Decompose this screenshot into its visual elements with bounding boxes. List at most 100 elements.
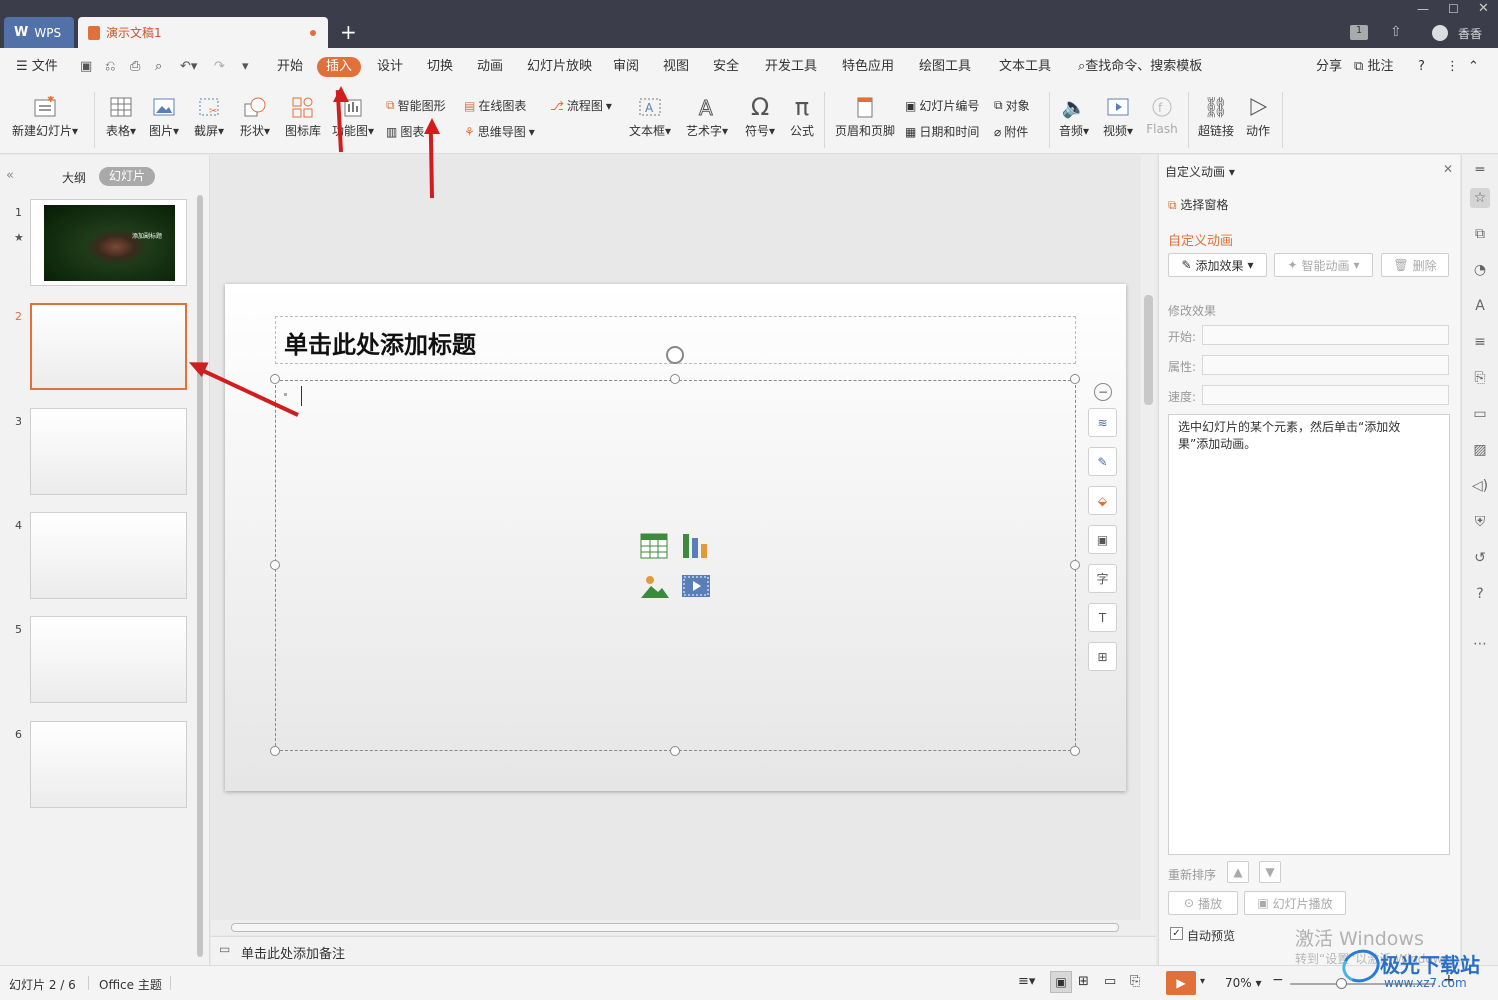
horizontal-scrollbar[interactable] — [211, 920, 1141, 935]
print-icon[interactable]: ⎙ — [130, 48, 140, 86]
resize-handle[interactable] — [1070, 746, 1080, 756]
smart-animation-button[interactable]: ✦ 智能动画 ▾ — [1274, 253, 1373, 277]
move-down-button[interactable]: ▼ — [1259, 861, 1281, 883]
rotate-handle-icon[interactable] — [666, 346, 684, 364]
file-menu[interactable]: ☰ 文件 — [16, 48, 58, 86]
mindmap-button[interactable]: ⚘ 思维导图 ▾ — [464, 123, 535, 140]
close-window-icon[interactable]: ✕ — [1478, 1, 1489, 16]
text-style-icon[interactable]: A — [1470, 296, 1490, 316]
menu-design[interactable]: 设计 — [377, 48, 403, 86]
collapse-right-toolbar-icon[interactable]: ═ — [1470, 160, 1490, 180]
action-button[interactable]: 动作 — [1242, 92, 1274, 139]
maximize-icon[interactable]: ☐ — [1448, 2, 1459, 16]
vertical-scroll-thumb[interactable] — [1144, 295, 1153, 405]
online-chart-button[interactable]: ▤ 在线图表 — [464, 97, 526, 114]
zoom-out-circle-icon[interactable]: − — [1094, 383, 1112, 401]
brush-icon[interactable]: ✎ — [1088, 447, 1117, 476]
menu-security[interactable]: 安全 — [713, 48, 739, 86]
skin-icon[interactable]: ⇧ — [1390, 24, 1402, 40]
zoom-level[interactable]: 70% ▾ — [1225, 976, 1262, 990]
redo-icon[interactable]: ↷ — [214, 48, 225, 86]
delete-button[interactable]: 🗑 删除 — [1381, 253, 1449, 277]
animation-list[interactable]: 选中幻灯片的某个元素，然后单击“添加效果”添加动画。 — [1168, 414, 1450, 855]
notes-bar[interactable]: ▭ 单击此处添加备注 — [211, 936, 1156, 965]
auto-preview-checkbox[interactable]: ✓ — [1170, 927, 1183, 940]
wordart-button[interactable]: A 艺术字▾ — [684, 92, 730, 139]
print-preview-icon[interactable]: ⌕ — [155, 48, 162, 86]
header-footer-button[interactable]: 页眉和页脚 — [832, 92, 898, 139]
theme-name[interactable]: Office 主题 — [99, 976, 162, 993]
shape-button[interactable]: 形状▾ — [237, 92, 273, 139]
play-button[interactable]: ⊙ 播放 — [1168, 891, 1238, 915]
slide-thumbnail-4[interactable] — [30, 512, 187, 599]
formula-button[interactable]: π 公式 — [786, 92, 818, 139]
text-format-icon[interactable]: 字 — [1088, 564, 1117, 593]
picture-button[interactable]: 图片▾ — [146, 92, 182, 139]
resize-handle[interactable] — [670, 374, 680, 384]
layers-icon[interactable]: ≋ — [1088, 408, 1117, 437]
datetime-button[interactable]: ▦ 日期和时间 — [905, 123, 979, 140]
smart-shape-button[interactable]: ⧉ 智能图形 — [386, 97, 446, 114]
textbox-button[interactable]: A 文本框▾ — [627, 92, 673, 139]
wps-home-tab[interactable]: W WPS — [4, 17, 74, 48]
menu-transition[interactable]: 切换 — [427, 48, 453, 86]
new-tab-button[interactable]: + — [340, 20, 357, 44]
video-button[interactable]: 视频▾ — [1100, 92, 1136, 139]
audio-button[interactable]: 🔈 音频▾ — [1056, 92, 1092, 139]
menu-start[interactable]: 开始 — [277, 48, 303, 86]
audio-tool-icon[interactable]: ◁) — [1470, 476, 1490, 496]
object-button[interactable]: ⧉ 对象 — [994, 97, 1030, 114]
chart-button[interactable]: ▥ 图表 — [386, 123, 424, 140]
move-up-button[interactable]: ▲ — [1227, 861, 1249, 883]
panel-header-dropdown[interactable]: 自定义动画 ▾ — [1165, 163, 1235, 180]
menu-review[interactable]: 审阅 — [613, 48, 639, 86]
new-slide-button[interactable]: ✱ 新建幻灯片▾ — [10, 92, 80, 139]
resize-handle[interactable] — [1070, 560, 1080, 570]
slide-number-button[interactable]: ▣ 幻灯片编号 — [905, 97, 979, 114]
normal-view-icon[interactable]: ▣ — [1050, 971, 1072, 993]
slideshow-play-button[interactable]: ▶ — [1166, 971, 1196, 995]
minimize-icon[interactable]: — — [1417, 2, 1429, 16]
slide-thumbnail-1[interactable]: 添加副标题 — [30, 199, 187, 286]
horizontal-scroll-thumb[interactable] — [231, 923, 1119, 932]
insert-chart-icon[interactable] — [681, 532, 711, 563]
slide-thumbnail-2[interactable] — [30, 303, 187, 390]
share-button[interactable]: 分享 — [1316, 48, 1342, 86]
notes-view-icon[interactable]: ⎘ — [1130, 974, 1140, 989]
menu-view[interactable]: 视图 — [663, 48, 689, 86]
flash-button[interactable]: f Flash — [1144, 92, 1180, 136]
format-painter-icon[interactable]: ⎌ — [105, 48, 115, 86]
sorter-view-icon[interactable]: ⊞ — [1078, 974, 1089, 989]
close-panel-icon[interactable]: ✕ — [1443, 162, 1453, 176]
table-button[interactable]: 表格▾ — [103, 92, 139, 139]
slide-thumbnail-5[interactable] — [30, 616, 187, 703]
menu-insert[interactable]: 插入 — [317, 57, 361, 77]
resize-handle[interactable] — [1070, 374, 1080, 384]
shield-icon[interactable]: ⛨ — [1470, 512, 1490, 532]
window-count-badge[interactable]: 1 — [1350, 25, 1368, 40]
content-placeholder[interactable] — [275, 380, 1076, 751]
insert-video-icon[interactable] — [681, 572, 711, 603]
vertical-scrollbar[interactable] — [1141, 155, 1156, 935]
resize-handle[interactable] — [670, 746, 680, 756]
tab-slides[interactable]: 幻灯片 — [99, 167, 155, 186]
search-command[interactable]: ⌕查找命令、搜索模板 — [1078, 48, 1202, 86]
resize-handle[interactable] — [270, 374, 280, 384]
screenshot-button[interactable]: ✂ 截屏▾ — [191, 92, 227, 139]
property-select[interactable] — [1202, 355, 1449, 375]
history-icon[interactable]: ↺ — [1470, 548, 1490, 568]
copy-slide-icon[interactable]: ⧉ — [1470, 224, 1490, 244]
flowchart-button[interactable]: ⎇ 流程图 ▾ — [550, 97, 612, 114]
help-icon[interactable]: ? — [1418, 48, 1425, 86]
tab-outline[interactable]: 大纲 — [62, 169, 86, 186]
slide-thumbnail-3[interactable] — [30, 408, 187, 495]
more-tools-icon[interactable]: ⊞ — [1088, 642, 1117, 671]
thumbnail-scrollbar[interactable] — [197, 195, 203, 957]
slideshow-dropdown-icon[interactable]: ▾ — [1200, 976, 1205, 987]
more-dots-icon[interactable]: ⋯ — [1470, 634, 1490, 654]
start-select[interactable] — [1202, 325, 1449, 345]
reading-view-icon[interactable]: ▭ — [1104, 974, 1116, 989]
menu-slideshow[interactable]: 幻灯片放映 — [527, 48, 592, 86]
save-icon[interactable]: ▣ — [80, 48, 92, 86]
help-circle-icon[interactable]: ? — [1470, 584, 1490, 604]
